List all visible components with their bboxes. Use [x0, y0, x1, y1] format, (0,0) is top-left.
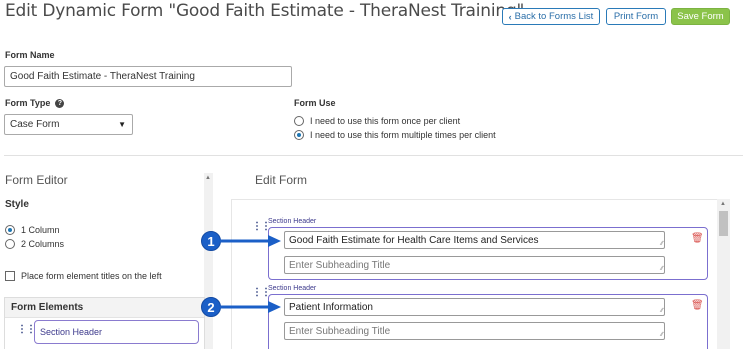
section-title-value: Patient Information: [289, 301, 373, 313]
resize-handle-icon[interactable]: ∕∕: [661, 266, 663, 272]
form-type-select[interactable]: Case Form ▼: [4, 114, 133, 135]
callout-arrow-1: [220, 235, 281, 247]
form-elements-title: Form Elements: [5, 298, 204, 318]
titles-left-checkbox[interactable]: [5, 271, 15, 281]
caret-down-icon: ▼: [118, 120, 126, 129]
resize-handle-icon[interactable]: ∕∕: [661, 332, 663, 338]
chevron-left-icon: ‹: [508, 11, 512, 22]
section-title-value: Good Faith Estimate for Health Care Item…: [289, 234, 539, 246]
form-type-value: Case Form: [10, 119, 60, 130]
one-column-label: 1 Column: [21, 225, 60, 235]
one-column-option[interactable]: 1 Column: [5, 225, 60, 235]
form-use-multiple-label: I need to use this form multiple times p…: [310, 130, 496, 140]
form-elements-panel: Form Elements ⋮⋮ Section Header: [4, 297, 205, 349]
form-name-input[interactable]: Good Faith Estimate - TheraNest Training: [4, 66, 292, 87]
subheading-input[interactable]: Enter Subheading Title ∕∕: [284, 322, 665, 340]
back-button-label: Back to Forms List: [514, 11, 594, 22]
scroll-up-icon[interactable]: ▲: [205, 175, 211, 181]
scroll-up-icon[interactable]: ▲: [720, 201, 726, 207]
radio-button[interactable]: [5, 239, 15, 249]
form-type-label-row: Form Type?: [5, 98, 65, 109]
callout-badge-2: 2: [201, 297, 221, 317]
trash-icon[interactable]: 🗑: [691, 300, 704, 311]
section-header-tag: Section Header: [268, 285, 317, 292]
left-scrollbar[interactable]: ▲: [204, 173, 213, 349]
radio-button-selected[interactable]: [294, 130, 304, 140]
callout-arrow-2: [220, 301, 281, 313]
form-use-once-option[interactable]: I need to use this form once per client: [294, 116, 460, 126]
section-title-input[interactable]: Good Faith Estimate for Health Care Item…: [284, 231, 665, 249]
callout-badge-1: 1: [201, 231, 221, 251]
form-type-label: Form Type: [5, 98, 51, 108]
edit-form-title: Edit Form: [255, 173, 308, 187]
drag-handle-icon[interactable]: ⋮⋮: [17, 325, 36, 335]
titles-left-option[interactable]: Place form element titles on the left: [5, 271, 162, 281]
radio-button[interactable]: [294, 116, 304, 126]
right-scrollbar[interactable]: ▲: [717, 199, 730, 349]
style-label: Style: [5, 199, 29, 210]
two-columns-option[interactable]: 2 Columns: [5, 239, 64, 249]
two-columns-label: 2 Columns: [21, 239, 65, 249]
scrollbar-thumb[interactable]: [719, 211, 728, 236]
resize-handle-icon[interactable]: ∕∕: [661, 241, 663, 247]
form-use-once-label: I need to use this form once per client: [310, 116, 461, 126]
radio-button-selected[interactable]: [5, 225, 15, 235]
divider: [4, 155, 743, 156]
section-header-tag: Section Header: [268, 218, 317, 225]
resize-handle-icon[interactable]: ∕∕: [661, 308, 663, 314]
form-editor-title: Form Editor: [5, 173, 68, 187]
form-use-label: Form Use: [294, 98, 336, 108]
help-icon[interactable]: ?: [55, 99, 65, 109]
page-title: Edit Dynamic Form "Good Faith Estimate -…: [5, 1, 525, 21]
form-use-multiple-option[interactable]: I need to use this form multiple times p…: [294, 130, 496, 140]
save-form-button[interactable]: Save Form: [671, 8, 730, 25]
back-to-forms-list-button[interactable]: ‹ Back to Forms List: [502, 8, 600, 25]
form-element-section-header[interactable]: Section Header: [34, 320, 199, 344]
form-name-label: Form Name: [5, 50, 55, 60]
print-form-button[interactable]: Print Form: [606, 8, 666, 25]
subheading-placeholder: Enter Subheading Title: [289, 259, 391, 271]
trash-icon[interactable]: 🗑: [691, 233, 704, 244]
subheading-placeholder: Enter Subheading Title: [289, 325, 391, 337]
section-title-input[interactable]: Patient Information ∕∕: [284, 298, 665, 316]
titles-left-label: Place form element titles on the left: [21, 271, 162, 281]
subheading-input[interactable]: Enter Subheading Title ∕∕: [284, 256, 665, 274]
